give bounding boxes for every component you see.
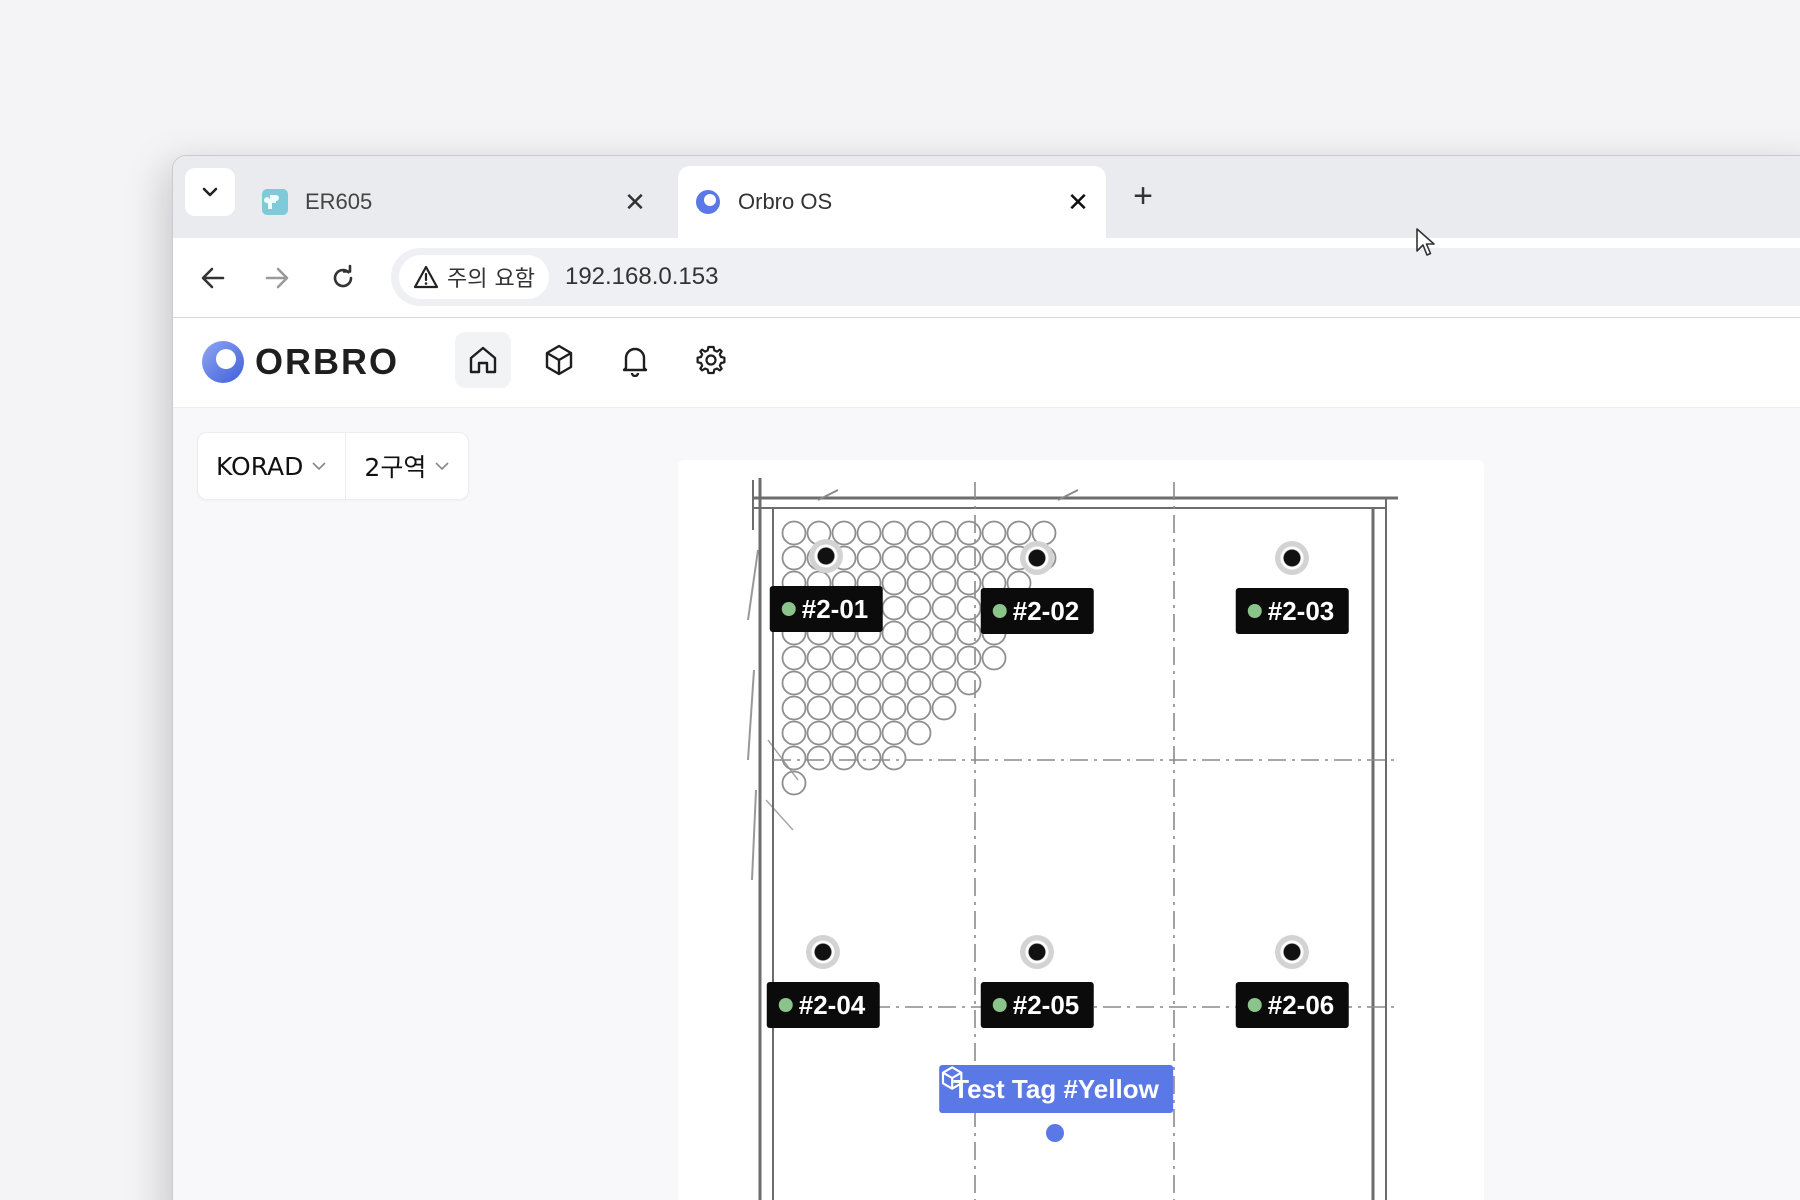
anchor-icon[interactable] — [809, 539, 843, 573]
chevron-down-icon — [202, 187, 218, 197]
zone-label-3[interactable]: #2-03 — [1235, 588, 1349, 634]
bell-icon — [622, 347, 648, 377]
box-icon — [941, 1066, 963, 1090]
puzzle-favicon-icon — [262, 189, 288, 215]
site-label: KORAD — [216, 451, 304, 481]
anchor-icon[interactable] — [1020, 541, 1054, 575]
app-body: KORAD 2구역 #2-01 #2-02 #2-03 #2-04 #2-05 … — [173, 408, 1800, 1200]
reload-button[interactable] — [323, 258, 363, 298]
new-tab-button[interactable]: + — [1123, 176, 1163, 216]
orbro-app: ORBRO KORAD 2구역 #2-01 #2-02 #2-03 #2-04 … — [173, 318, 1800, 1200]
zone-label-text: #2-06 — [1267, 989, 1335, 1020]
status-dot-icon — [1247, 604, 1262, 618]
security-chip[interactable]: 주의 요함 — [399, 255, 549, 299]
browser-toolbar: 주의 요함 192.168.0.153 — [173, 238, 1800, 318]
warning-icon — [413, 265, 439, 289]
mouse-cursor-icon — [1416, 228, 1435, 256]
zone-label-text: #2-02 — [1012, 595, 1080, 626]
notifications-button[interactable] — [607, 332, 663, 388]
status-dot-icon — [992, 604, 1007, 618]
tab-title: ER605 — [305, 189, 373, 214]
home-icon — [469, 346, 497, 374]
zone-label-4[interactable]: #2-04 — [766, 982, 880, 1028]
chevron-down-icon — [312, 462, 326, 471]
tab-strip: ER605 ✕ Orbro OS ✕ + — [173, 156, 1800, 238]
close-tab-icon[interactable]: ✕ — [623, 189, 647, 215]
settings-button[interactable] — [683, 332, 739, 388]
tab-search-button[interactable] — [185, 168, 235, 216]
arrow-left-icon — [201, 267, 225, 289]
box-icon — [545, 344, 573, 376]
home-button[interactable] — [455, 332, 511, 388]
zone-label-text: #2-05 — [1012, 989, 1080, 1020]
zone-label-6[interactable]: #2-06 — [1235, 982, 1349, 1028]
forward-button[interactable] — [257, 258, 297, 298]
chevron-down-icon — [435, 462, 449, 471]
tag-label[interactable]: Test Tag #Yellow — [939, 1065, 1173, 1113]
logo-text: ORBRO — [255, 341, 399, 382]
tag-label-text: Test Tag #Yellow — [953, 1073, 1159, 1104]
orbro-logo[interactable]: ORBRO — [201, 340, 399, 384]
anchor-icon[interactable] — [1275, 935, 1309, 969]
anchor-icon[interactable] — [1275, 541, 1309, 575]
zone-label-text: #2-01 — [801, 593, 869, 624]
site-dropdown[interactable]: KORAD — [198, 433, 345, 499]
status-dot-icon — [778, 998, 793, 1012]
tab-orbro-os[interactable]: Orbro OS ✕ — [678, 166, 1106, 238]
browser-window: ER605 ✕ Orbro OS ✕ + 주의 요함 192.168.0.153… — [172, 155, 1800, 1200]
zone-label-1[interactable]: #2-01 — [769, 586, 883, 632]
orbro-favicon-icon — [696, 190, 720, 214]
reload-icon — [333, 264, 353, 288]
address-bar[interactable]: 주의 요함 192.168.0.153 — [391, 248, 1800, 306]
floor-plan-map[interactable]: #2-01 #2-02 #2-03 #2-04 #2-05 #2-06 Test Tag #… — [678, 460, 1484, 1200]
status-dot-icon — [781, 602, 796, 616]
tab-er605[interactable]: ER605 ✕ — [245, 166, 663, 238]
close-tab-icon[interactable]: ✕ — [1066, 189, 1090, 215]
security-label: 주의 요함 — [447, 267, 535, 292]
back-button[interactable] — [193, 258, 233, 298]
zone-label-2[interactable]: #2-02 — [980, 588, 1094, 634]
anchor-icon[interactable] — [1020, 935, 1054, 969]
location-selector: KORAD 2구역 — [197, 432, 470, 500]
zone-label-text: #2-03 — [1267, 595, 1335, 626]
orbro-logo-icon — [202, 341, 244, 383]
zone-dropdown[interactable]: 2구역 — [345, 433, 468, 499]
zone-label-text: #2-04 — [798, 989, 866, 1020]
zone-label: 2구역 — [364, 453, 427, 482]
arrow-right-icon — [265, 267, 289, 289]
app-header: ORBRO — [173, 318, 1800, 408]
zone-label-5[interactable]: #2-05 — [980, 982, 1094, 1028]
tag-position-marker[interactable] — [1046, 1124, 1064, 1142]
anchor-icon[interactable] — [806, 935, 840, 969]
assets-button[interactable] — [531, 332, 587, 388]
gear-icon — [696, 345, 726, 375]
tab-title: Orbro OS — [738, 189, 833, 214]
status-dot-icon — [992, 998, 1007, 1012]
status-dot-icon — [1247, 998, 1262, 1012]
url-text[interactable]: 192.168.0.153 — [565, 263, 718, 291]
